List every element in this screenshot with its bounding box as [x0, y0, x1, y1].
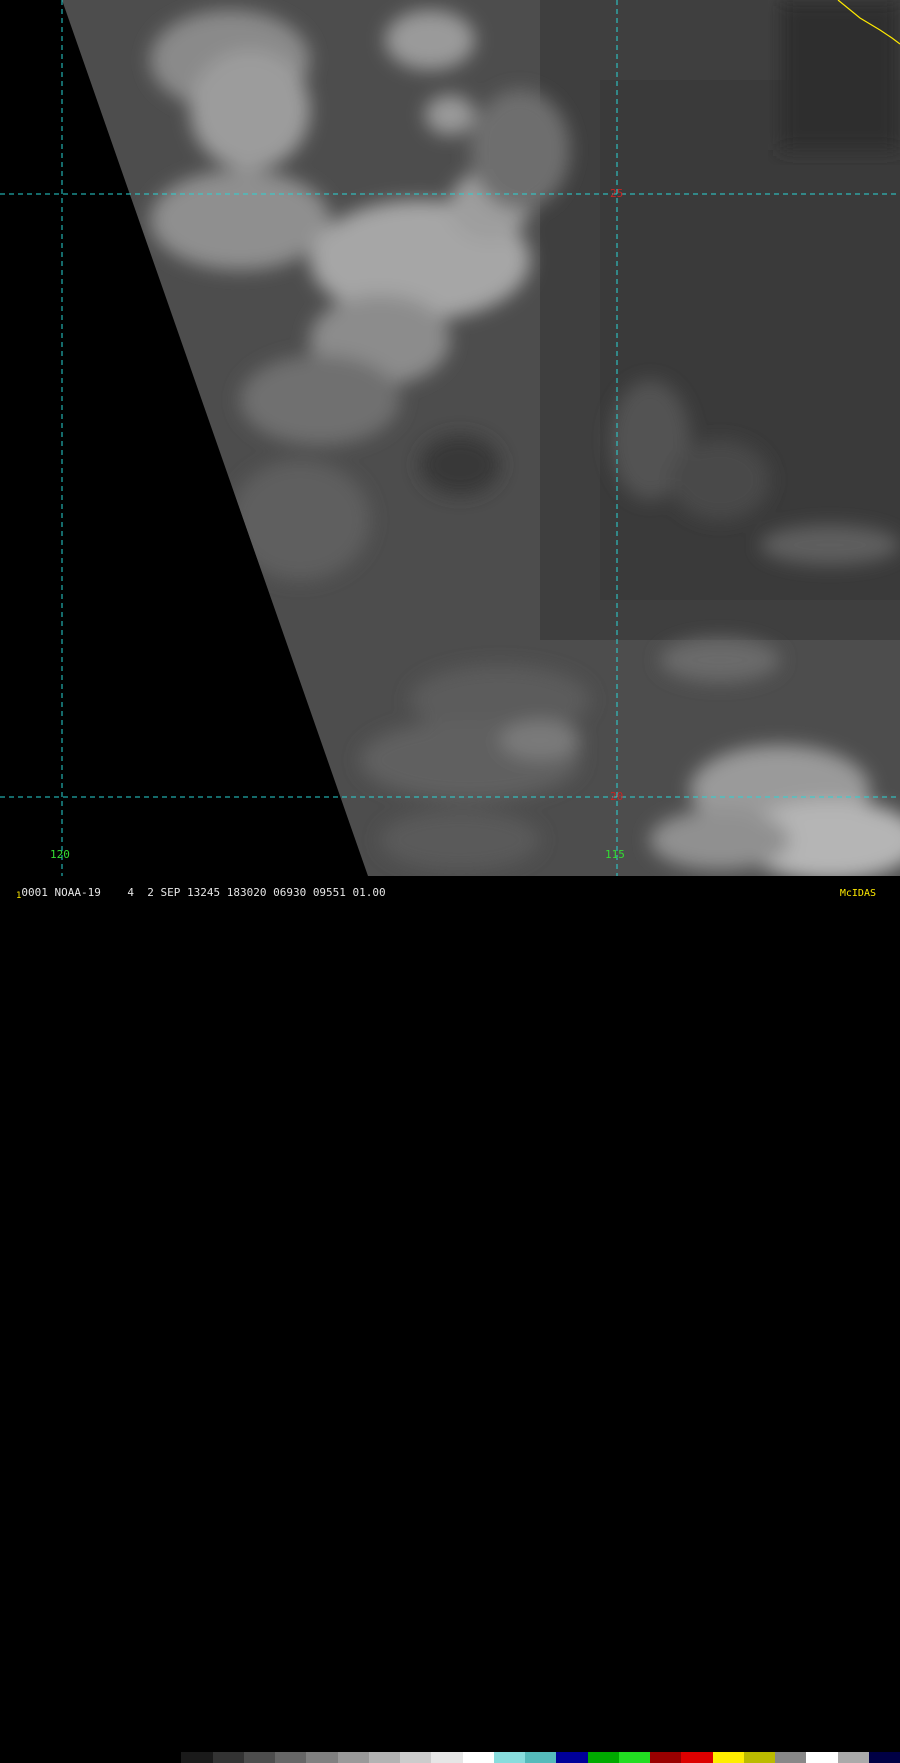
color-bar	[150, 1752, 900, 1763]
color-bar-segment	[243, 1752, 275, 1763]
color-bar-segment	[618, 1752, 650, 1763]
lon-label-115: 115	[605, 848, 625, 861]
color-bar-segment	[431, 1752, 463, 1763]
color-bar-segment	[150, 1752, 182, 1763]
color-bar-segment	[775, 1752, 807, 1763]
color-bar-segment	[806, 1752, 838, 1763]
color-bar-segment	[275, 1752, 307, 1763]
color-bar-segment	[587, 1752, 619, 1763]
color-bar-segment	[212, 1752, 244, 1763]
caption-text: 0001 NOAA-19 4 2 SEP 13245 183020 06930 …	[21, 886, 386, 899]
color-bar-segment	[743, 1752, 775, 1763]
color-bar-segment	[837, 1752, 869, 1763]
color-bar-segment	[556, 1752, 588, 1763]
color-bar-segment	[181, 1752, 213, 1763]
color-bar-segment	[681, 1752, 713, 1763]
color-bar-segment	[337, 1752, 369, 1763]
satellite-imagery	[0, 0, 900, 900]
lat-label-25: 25	[610, 187, 624, 200]
color-bar-segment	[368, 1752, 400, 1763]
color-bar-segment	[306, 1752, 338, 1763]
color-bar-segment	[525, 1752, 557, 1763]
color-bar-segment	[868, 1752, 900, 1763]
brand-label: McIDAS	[839, 888, 876, 899]
color-bar-segment	[462, 1752, 494, 1763]
color-bar-segment	[650, 1752, 682, 1763]
lat-label-20: 20	[610, 790, 624, 803]
lon-label-120: 120	[50, 848, 70, 861]
image-caption: 10001 NOAA-19 4 2 SEP 13245 183020 06930…	[16, 886, 386, 902]
color-bar-segment	[493, 1752, 525, 1763]
color-bar-segment	[400, 1752, 432, 1763]
color-bar-segment	[712, 1752, 744, 1763]
